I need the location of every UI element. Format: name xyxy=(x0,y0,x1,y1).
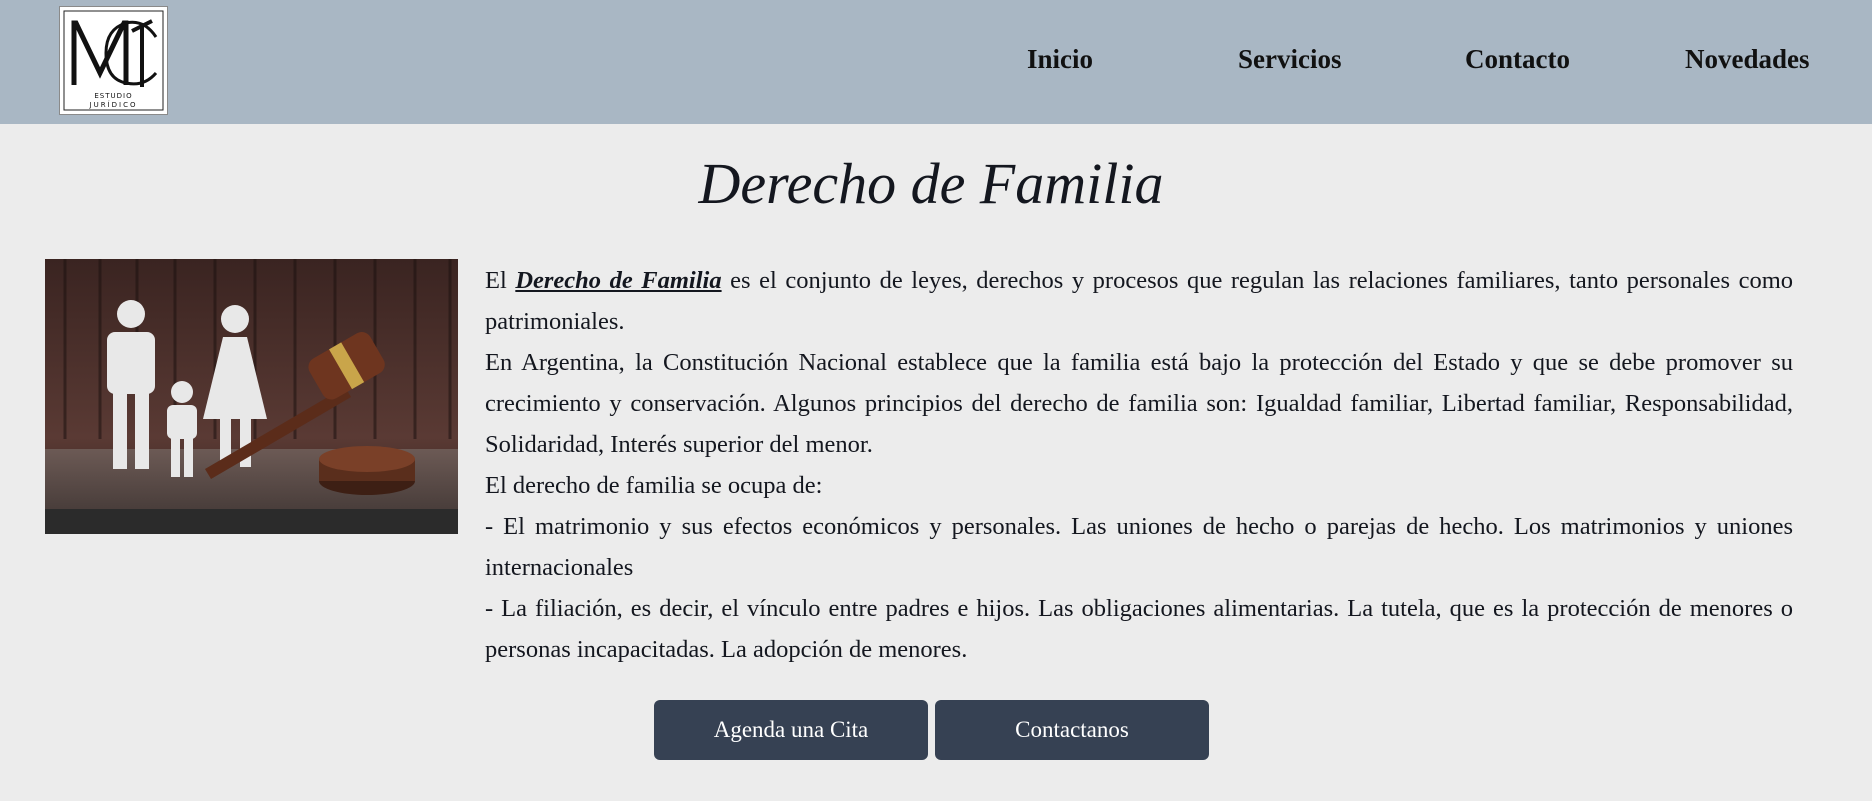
family-law-image xyxy=(45,259,458,534)
scope-intro: El derecho de familia se ocupa de: xyxy=(485,472,823,499)
nav-link-novedades[interactable]: Novedades xyxy=(1685,44,1810,75)
logo-monogram-icon: ESTUDIO JURÍDICO xyxy=(63,10,164,111)
argentina-paragraph: En Argentina, la Constitución Nacional e… xyxy=(485,349,1793,458)
appointment-button[interactable]: Agenda una Cita xyxy=(654,700,928,760)
list-item-filiacion: - La filiación, es decir, el vínculo ent… xyxy=(485,595,1793,663)
logo[interactable]: ESTUDIO JURÍDICO xyxy=(59,6,168,115)
list-item-matrimonio: - El matrimonio y sus efectos económicos… xyxy=(485,513,1793,581)
nav-link-servicios[interactable]: Servicios xyxy=(1238,44,1341,75)
intro-highlight: Derecho de Familia xyxy=(515,267,722,294)
page-title: Derecho de Familia xyxy=(698,151,1164,216)
contact-button[interactable]: Contactanos xyxy=(935,700,1209,760)
logo-juridico-text: JURÍDICO xyxy=(89,100,138,109)
intro-prefix: El xyxy=(485,267,507,294)
nav-link-inicio[interactable]: Inicio xyxy=(1027,44,1093,75)
logo-studio-text: ESTUDIO xyxy=(94,92,132,100)
nav-link-contacto[interactable]: Contacto xyxy=(1465,44,1570,75)
site-header: ESTUDIO JURÍDICO Inicio Servicios Contac… xyxy=(0,0,1872,124)
article-body: El Derecho de Familia es el conjunto de … xyxy=(485,260,1793,670)
intro-paragraph: El Derecho de Familia es el conjunto de … xyxy=(485,260,1793,342)
